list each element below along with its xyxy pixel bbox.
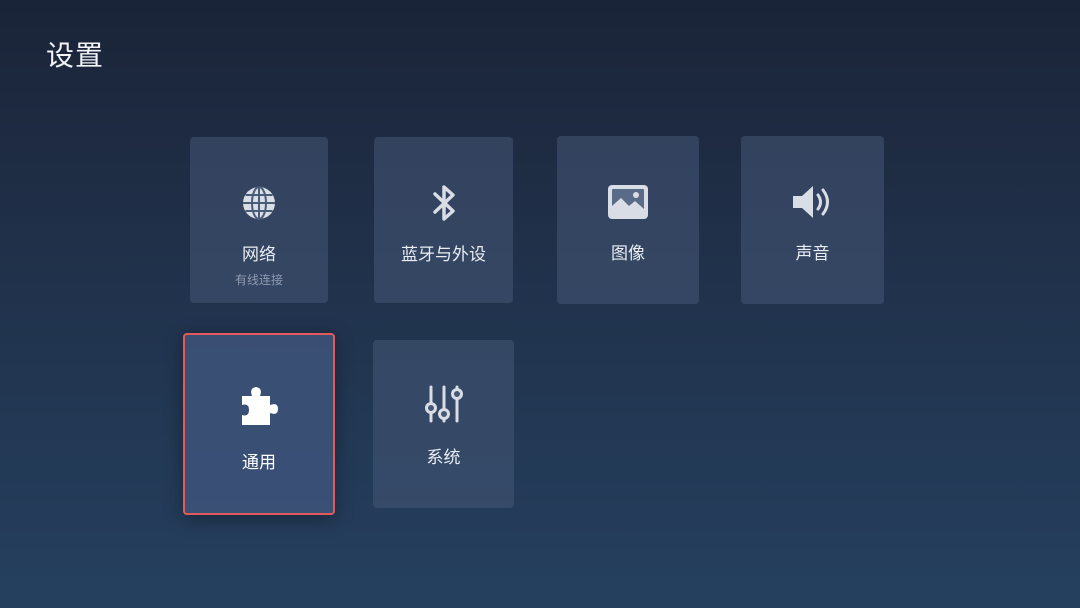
tile-system-label: 系统 bbox=[426, 448, 461, 468]
globe-icon bbox=[237, 181, 281, 225]
speaker-icon bbox=[791, 180, 835, 224]
tile-bluetooth-label: 蓝牙与外设 bbox=[401, 245, 486, 265]
puzzle-icon bbox=[237, 383, 281, 427]
tile-general[interactable]: 通用 bbox=[183, 333, 335, 515]
tile-network-sublabel: 有线连接 bbox=[234, 273, 283, 287]
image-icon bbox=[606, 180, 650, 224]
tile-image-label: 图像 bbox=[611, 244, 645, 264]
tile-sound[interactable]: 声音 bbox=[741, 136, 884, 304]
tile-image[interactable]: 图像 bbox=[557, 136, 699, 304]
tile-general-label: 通用 bbox=[242, 453, 276, 473]
sliders-icon bbox=[422, 382, 466, 426]
bluetooth-icon bbox=[422, 181, 466, 225]
tile-network[interactable]: 网络 有线连接 bbox=[190, 137, 328, 303]
page-title: 设置 bbox=[46, 39, 105, 72]
tile-sound-label: 声音 bbox=[795, 244, 830, 264]
tile-bluetooth[interactable]: 蓝牙与外设 bbox=[374, 137, 513, 303]
tile-system[interactable]: 系统 bbox=[373, 340, 514, 508]
tile-network-label: 网络 bbox=[242, 245, 276, 265]
